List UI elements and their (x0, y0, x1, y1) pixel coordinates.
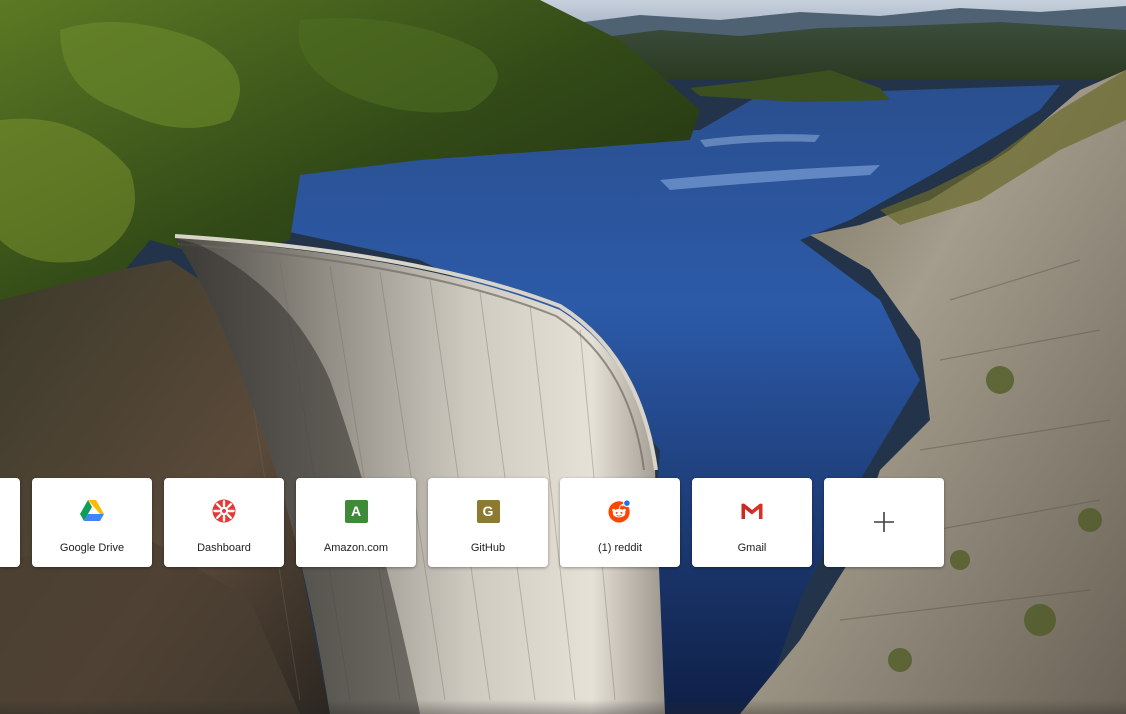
shortcut-label: Google Drive (59, 542, 125, 554)
shortcut-tile-dashboard[interactable]: Dashboard (164, 478, 284, 567)
shortcut-tile-gmail[interactable]: Gmail (692, 478, 812, 567)
google-drive-icon (80, 499, 104, 523)
shortcut-tile-google-drive[interactable]: Google Drive (32, 478, 152, 567)
shortcut-tile-reddit[interactable]: (1) reddit (560, 478, 680, 567)
new-tab-page: Google Drive Dashboard A Amazon.com G Gi… (0, 0, 1126, 714)
bottom-shade (0, 700, 1126, 714)
github-icon: G (476, 499, 500, 523)
add-shortcut-button[interactable] (824, 478, 944, 567)
shortcut-tile-github[interactable]: G GitHub (428, 478, 548, 567)
shortcut-label: Dashboard (197, 542, 251, 554)
background-wallpaper (0, 0, 1126, 714)
shortcut-label: Amazon.com (323, 542, 389, 554)
shortcut-tiles: Google Drive Dashboard A Amazon.com G Gi… (0, 478, 1126, 568)
shortcut-label: GitHub (470, 542, 506, 554)
gmail-icon (740, 499, 764, 523)
reddit-icon (608, 499, 632, 523)
shortcut-label: (1) reddit (597, 542, 643, 554)
shortcut-tile-amazon[interactable]: A Amazon.com (296, 478, 416, 567)
add-shortcut-icon (872, 510, 896, 534)
shortcut-label: Gmail (737, 542, 767, 554)
dashboard-icon (212, 499, 236, 523)
amazon-icon: A (344, 499, 368, 523)
shortcut-tile-partial[interactable] (0, 478, 20, 567)
